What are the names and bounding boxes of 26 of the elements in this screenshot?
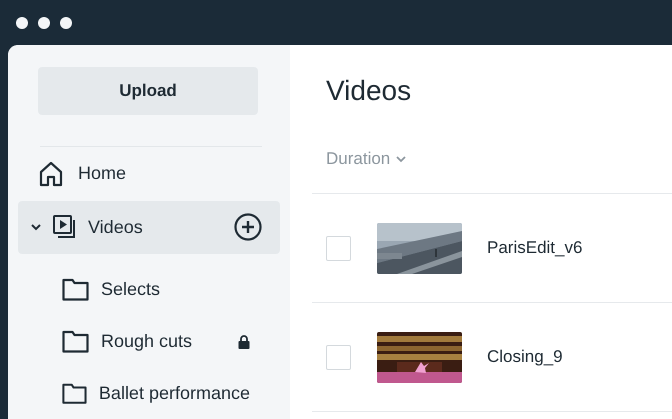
page-title: Videos <box>326 75 412 107</box>
folder-label: Selects <box>101 279 160 300</box>
video-name: ParisEdit_v6 <box>487 238 582 258</box>
folder-icon <box>62 278 89 302</box>
nav-item[interactable]: Home <box>18 147 280 201</box>
upload-button[interactable]: Upload <box>38 67 258 116</box>
nav-item[interactable]: Videos <box>18 200 280 254</box>
folder-item[interactable]: Ballet performance <box>8 367 250 419</box>
nav-label: Home <box>78 163 126 184</box>
window-control[interactable] <box>60 16 72 28</box>
checkbox[interactable] <box>326 344 351 370</box>
chevron-icon <box>396 155 406 163</box>
window-control[interactable] <box>16 16 28 28</box>
video-name: Closing_9 <box>487 347 563 367</box>
nav-label: Videos <box>88 216 143 238</box>
folder-icon <box>62 330 89 354</box>
window-control[interactable] <box>38 16 50 28</box>
video-stack-icon <box>52 214 78 240</box>
folder-label: Ballet performance <box>98 382 250 404</box>
add-icon[interactable] <box>234 213 262 242</box>
folder-label: Rough cuts <box>101 331 192 352</box>
checkbox[interactable] <box>326 236 351 260</box>
folder-item[interactable]: Rough cuts <box>8 316 250 368</box>
folder-item[interactable]: Selects <box>8 264 250 316</box>
home-icon <box>38 160 64 187</box>
folder-icon <box>62 382 87 405</box>
